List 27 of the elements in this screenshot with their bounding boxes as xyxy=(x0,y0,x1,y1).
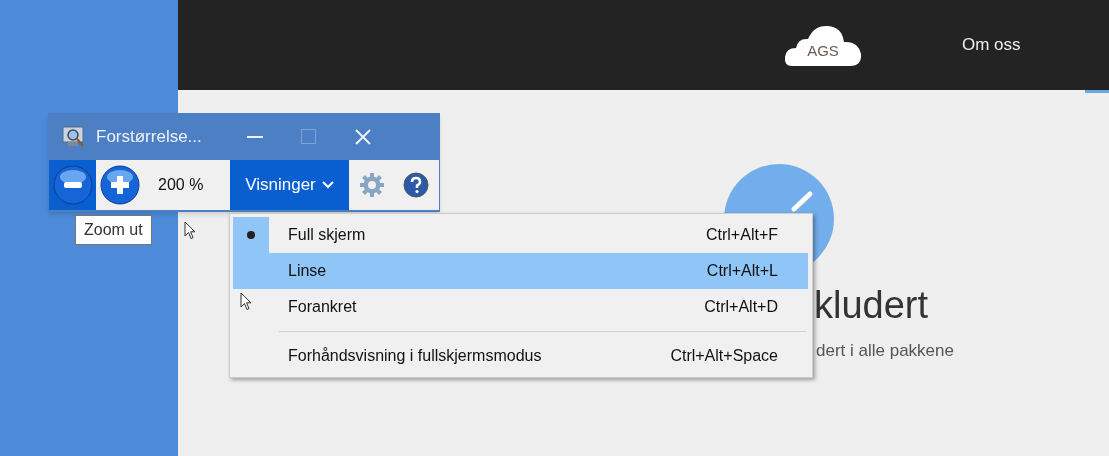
feature-heading: kludert xyxy=(814,286,930,324)
menu-item-label: Linse xyxy=(288,261,327,281)
menu-item[interactable]: Full skjerm Ctrl+Alt+F xyxy=(233,217,808,253)
zoom-out-button[interactable] xyxy=(49,160,96,210)
magnifier-app-icon xyxy=(62,124,86,149)
nav-link[interactable]: Om oss xyxy=(962,32,1021,58)
window-title: Forstørrelse... xyxy=(96,125,202,148)
shortcut-label: Ctrl+Alt+Space xyxy=(670,346,778,366)
feature-description: dert i alle pakkene xyxy=(816,340,954,362)
menu-item-label: Full skjerm xyxy=(288,225,366,245)
help-icon xyxy=(403,172,429,198)
close-icon xyxy=(353,127,372,146)
mouse-pointer-icon xyxy=(184,221,196,240)
shortcut-label: Ctrl+Alt+F xyxy=(706,225,778,245)
shortcut-label: Ctrl+Alt+D xyxy=(704,297,778,317)
tooltip: Zoom ut xyxy=(75,215,152,245)
menu-item[interactable]: Linse Ctrl+Alt+L xyxy=(233,253,808,289)
settings-icon xyxy=(359,172,385,198)
menu-item-label: Forankret xyxy=(288,297,357,317)
mouse-pointer-icon xyxy=(240,292,252,311)
zoom-level: 200 % xyxy=(158,175,205,195)
menu-item[interactable]: Forhåndsvisning i fullskjermsmodus Ctrl+Alt+Space xyxy=(233,338,808,374)
shortcut-label: Ctrl+Alt+L xyxy=(706,261,778,281)
menu-item[interactable]: Forankret Ctrl+Alt+D xyxy=(233,289,808,325)
caret-icon xyxy=(321,181,334,189)
views-dropdown-button[interactable]: Visninger xyxy=(230,160,349,210)
menu-item-label: Forhåndsvisning i fullskjermsmodus xyxy=(288,346,542,366)
